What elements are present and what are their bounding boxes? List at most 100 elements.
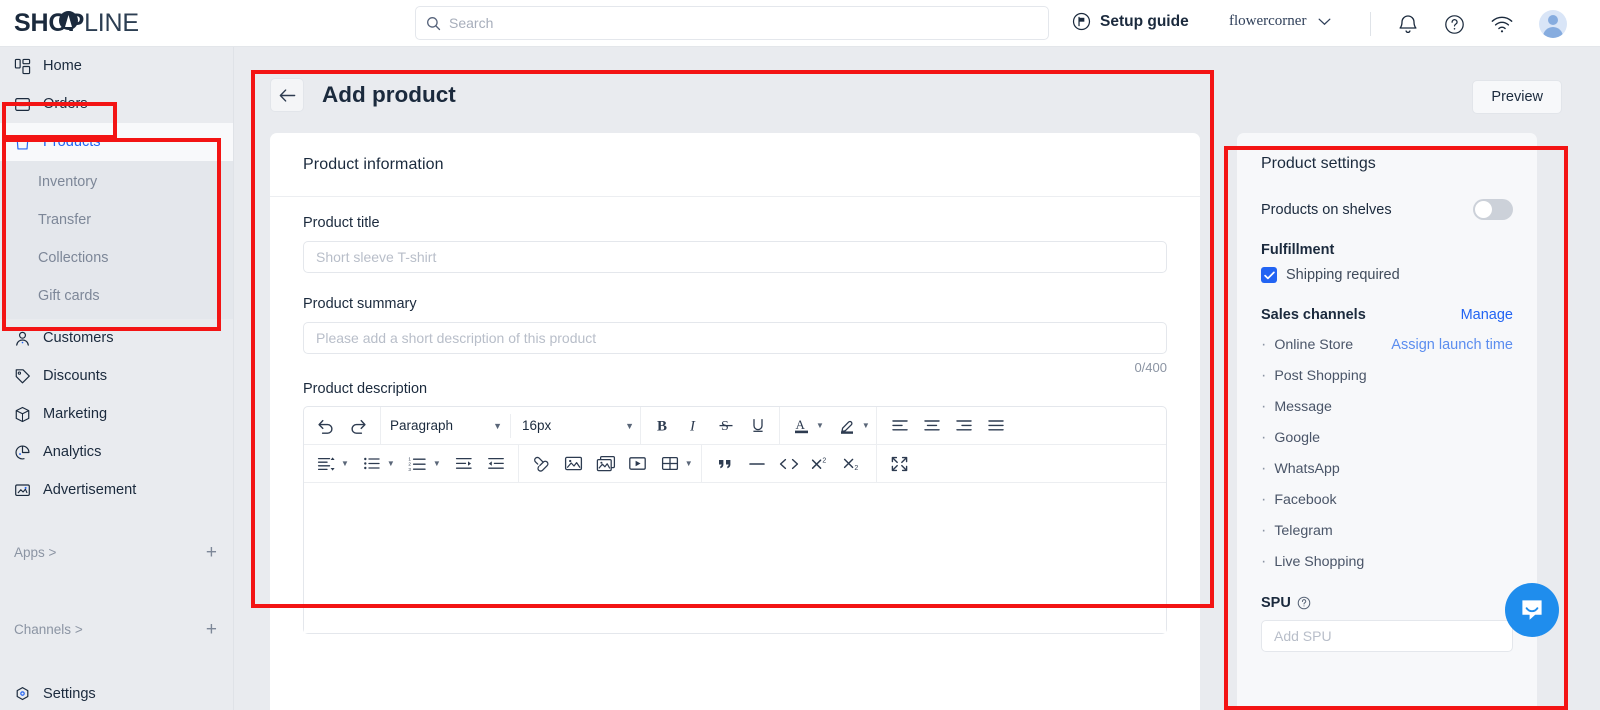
sidebar-item-settings[interactable]: Settings <box>0 675 233 710</box>
channel-live-shopping[interactable]: Live Shopping <box>1261 553 1513 571</box>
horizontal-rule-icon[interactable] <box>742 450 772 478</box>
preview-button[interactable]: Preview <box>1472 80 1562 114</box>
bullet-list-icon[interactable] <box>357 450 387 478</box>
sidebar-item-advertisement[interactable]: Advertisement <box>0 471 233 509</box>
highlight-color-chevron-down-icon[interactable]: ▼ <box>862 421 870 430</box>
font-size-select[interactable]: 16px ▼ <box>513 412 640 440</box>
sidebar-item-orders[interactable]: Orders <box>0 85 233 123</box>
align-justify-icon[interactable] <box>981 412 1011 440</box>
text-color-icon[interactable]: A <box>786 412 816 440</box>
sidebar-subitem-collections[interactable]: Collections <box>0 239 233 277</box>
sales-channels-label: Sales channels <box>1261 307 1366 323</box>
list-group: ▼ ▼ 1 2 3 ▼ <box>304 444 519 483</box>
manage-channels-link[interactable]: Manage <box>1461 307 1513 323</box>
search-input[interactable] <box>449 15 1038 31</box>
sidebar-item-home[interactable]: Home <box>0 47 233 85</box>
channel-message[interactable]: Message <box>1261 398 1513 416</box>
numbered-list-icon[interactable]: 1 2 3 <box>403 450 433 478</box>
undo-icon[interactable] <box>311 412 341 440</box>
rich-text-editor: Paragraph ▼ 16px ▼ B I S A ▼ ▼ ▼ ▼ 1 2 3… <box>303 406 1167 634</box>
link-icon[interactable] <box>527 450 557 478</box>
setup-guide-button[interactable]: Setup guide <box>1072 12 1189 31</box>
outdent-icon[interactable] <box>481 450 511 478</box>
redo-icon[interactable] <box>343 412 373 440</box>
help-circle-icon[interactable] <box>1444 14 1465 35</box>
channel-post-shopping[interactable]: Post Shopping <box>1261 367 1513 385</box>
subscript-icon[interactable]: 2 <box>838 450 868 478</box>
paragraph-style-select[interactable]: Paragraph ▼ <box>381 412 508 440</box>
sidebar-subitem-gift-cards[interactable]: Gift cards <box>0 277 233 315</box>
gallery-icon[interactable] <box>591 450 621 478</box>
product-title-input[interactable] <box>303 241 1167 273</box>
italic-icon[interactable]: I <box>679 412 709 440</box>
back-button[interactable] <box>270 78 304 112</box>
channel-name: Post Shopping <box>1261 367 1366 385</box>
channel-google[interactable]: Google <box>1261 429 1513 447</box>
help-circle-icon[interactable] <box>1297 596 1311 610</box>
paragraph-style-value: Paragraph <box>390 418 454 433</box>
channel-facebook[interactable]: Facebook <box>1261 491 1513 509</box>
assign-launch-time-link[interactable]: Assign launch time <box>1391 337 1513 353</box>
shipping-required-checkbox[interactable] <box>1261 267 1277 283</box>
superscript-icon[interactable]: 2 <box>806 450 836 478</box>
sidebar-item-customers[interactable]: Customers <box>0 319 233 357</box>
line-height-icon[interactable] <box>311 450 341 478</box>
spu-input[interactable] <box>1261 620 1513 652</box>
channel-online-store[interactable]: Online Store Assign launch time <box>1261 336 1513 354</box>
blockquote-icon[interactable] <box>710 450 740 478</box>
intercom-chat-button[interactable] <box>1505 583 1559 637</box>
product-summary-field: Product summary 0/400 <box>270 296 1200 375</box>
history-group <box>304 406 381 445</box>
indent-icon[interactable] <box>449 450 479 478</box>
align-left-icon[interactable] <box>885 412 915 440</box>
product-description-label-wrap: Product description <box>270 381 1200 397</box>
align-right-icon[interactable] <box>949 412 979 440</box>
product-information-card: Product information Product title Produc… <box>270 133 1200 710</box>
product-summary-input[interactable] <box>303 322 1167 354</box>
bell-icon[interactable] <box>1398 13 1418 35</box>
editor-content-area[interactable] <box>304 483 1166 633</box>
sidebar-group-channels[interactable]: Channels > + <box>0 612 233 646</box>
setup-guide-label: Setup guide <box>1100 12 1189 30</box>
add-channel-icon[interactable]: + <box>206 620 217 639</box>
add-app-icon[interactable]: + <box>206 543 217 562</box>
sidebar-subitem-transfer[interactable]: Transfer <box>0 201 233 239</box>
sidebar-label-customers: Customers <box>43 330 114 346</box>
sidebar-item-discounts[interactable]: Discounts <box>0 357 233 395</box>
block-group: 2 2 <box>702 444 877 483</box>
wifi-icon[interactable] <box>1491 16 1513 33</box>
sidebar-item-analytics[interactable]: Analytics <box>0 433 233 471</box>
channel-telegram[interactable]: Telegram <box>1261 522 1513 540</box>
numbered-list-chevron-down-icon[interactable]: ▼ <box>433 459 441 468</box>
products-on-shelves-toggle[interactable] <box>1473 199 1513 220</box>
table-icon[interactable] <box>655 450 685 478</box>
code-icon[interactable] <box>774 450 804 478</box>
align-center-icon[interactable] <box>917 412 947 440</box>
sidebar-item-products[interactable]: Products <box>0 123 233 161</box>
sidebar-subitem-inventory[interactable]: Inventory <box>0 163 233 201</box>
image-icon[interactable] <box>559 450 589 478</box>
strikethrough-icon[interactable]: S <box>711 412 741 440</box>
spu-heading: SPU <box>1261 595 1513 611</box>
video-icon[interactable] <box>623 450 653 478</box>
channel-whatsapp[interactable]: WhatsApp <box>1261 460 1513 478</box>
avatar[interactable] <box>1539 10 1567 38</box>
sidebar-group-apps[interactable]: Apps > + <box>0 535 233 569</box>
shipping-required-label: Shipping required <box>1286 267 1400 283</box>
store-switcher[interactable]: flowercorner <box>1229 13 1331 30</box>
view-group <box>877 445 923 483</box>
text-color-chevron-down-icon[interactable]: ▼ <box>816 421 824 430</box>
line-height-chevron-down-icon[interactable]: ▼ <box>341 459 349 468</box>
search-bar[interactable] <box>415 6 1049 40</box>
bold-icon[interactable]: B <box>647 412 677 440</box>
bullet-list-chevron-down-icon[interactable]: ▼ <box>387 459 395 468</box>
shipping-required-row: Shipping required <box>1261 267 1513 283</box>
table-chevron-down-icon[interactable]: ▼ <box>685 459 693 468</box>
sidebar-item-marketing[interactable]: Marketing <box>0 395 233 433</box>
fullscreen-icon[interactable] <box>885 450 915 478</box>
products-on-shelves-row: Products on shelves <box>1261 199 1513 220</box>
product-settings-card: Product settings Products on shelves Ful… <box>1237 133 1537 710</box>
shopline-logo[interactable]: SHOP LINE <box>14 9 139 38</box>
underline-icon[interactable] <box>743 412 773 440</box>
highlight-color-icon[interactable] <box>832 412 862 440</box>
